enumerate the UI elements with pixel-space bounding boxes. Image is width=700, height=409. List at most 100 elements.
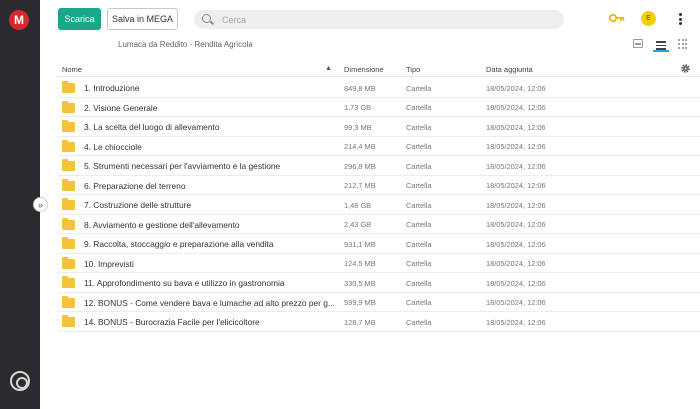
row-date: 18/05/2024, 12:06 <box>486 278 546 288</box>
row-date: 18/05/2024, 12:06 <box>486 317 546 327</box>
row-size: 214,4 MB <box>344 142 376 151</box>
table-row[interactable]: 1. Introduzione 849,8 MB Cartella 18/05/202… <box>58 78 700 98</box>
row-size: 849,8 MB <box>344 83 376 93</box>
column-header-date[interactable]: Data aggiunta <box>486 65 533 74</box>
folder-icon <box>62 217 75 230</box>
row-name: 6. Preparazione del terreno <box>84 180 186 191</box>
folder-icon <box>62 315 75 327</box>
folder-icon <box>62 295 75 308</box>
row-size: 212,7 MB <box>344 181 376 190</box>
row-type: Cartella <box>406 259 432 268</box>
table-row[interactable]: 10. Imprevisti 124,5 MB Cartella 18/05/2024… <box>58 254 700 273</box>
row-type: Cartella <box>406 142 432 151</box>
row-name: 8. Avviamento e gestione dell'allevament… <box>84 219 240 230</box>
download-button[interactable]: Scarica <box>58 8 101 30</box>
list-view-icon[interactable] <box>653 38 669 52</box>
row-size: 124,5 MB <box>344 259 376 268</box>
row-date: 18/05/2024, 12:06 <box>486 103 546 112</box>
row-name: 11. Approfondimento su bava e utilizzo i… <box>84 278 285 288</box>
folder-icon <box>62 256 75 269</box>
image-view-icon[interactable] <box>633 39 643 48</box>
row-date: 18/05/2024, 12:06 <box>486 200 546 210</box>
row-type: Cartella <box>406 200 432 210</box>
table-header: Nome ▲ Dimensione Tipo Data aggiunta <box>58 60 700 77</box>
folder-icon <box>62 120 75 132</box>
row-type: Cartella <box>406 278 432 288</box>
avatar[interactable]: E <box>641 11 656 26</box>
search-icon <box>202 14 211 23</box>
grid-view-icon[interactable] <box>678 39 688 49</box>
folder-icon <box>62 276 75 288</box>
row-size: 296,8 MB <box>344 161 376 171</box>
row-type: Cartella <box>406 161 432 171</box>
column-header-size[interactable]: Dimensione <box>344 65 384 74</box>
row-date: 18/05/2024, 12:06 <box>486 122 546 132</box>
row-date: 18/05/2024, 12:06 <box>486 161 546 171</box>
row-type: Cartella <box>406 317 432 327</box>
row-size: 128,7 MB <box>344 317 376 327</box>
row-name: 10. Imprevisti <box>84 258 134 269</box>
folder-icon <box>62 81 75 93</box>
row-name: 3. La scelta del luogo di allevamento <box>84 122 220 132</box>
folder-icon <box>62 139 75 152</box>
mega-logo-icon[interactable]: M <box>9 10 29 30</box>
row-type: Cartella <box>406 83 432 93</box>
gear-icon[interactable] <box>680 63 691 74</box>
folder-icon <box>62 237 75 249</box>
row-name: 9. Raccolta, stoccaggio e preparazione a… <box>84 239 274 249</box>
row-type: Cartella <box>406 298 432 307</box>
row-name: 2. Visione Generale <box>84 102 158 113</box>
table-row[interactable]: 11. Approfondimento su bava e utilizzo i… <box>58 273 700 293</box>
row-name: 1. Introduzione <box>84 83 140 93</box>
row-date: 18/05/2024, 12:06 <box>486 220 546 229</box>
row-size: 931,1 MB <box>344 239 376 249</box>
row-size: 1,73 GB <box>344 103 372 112</box>
row-name: 12. BONUS - Come vendere bava e lumache … <box>84 297 335 308</box>
chevron-up-icon[interactable]: ▲ <box>325 65 332 72</box>
folder-icon <box>62 198 75 210</box>
row-size: 2,43 GB <box>344 220 372 229</box>
table-row[interactable]: 12. BONUS - Come vendere bava e lumache … <box>58 293 700 312</box>
table-row[interactable]: 3. La scelta del luogo di allevamento 99,… <box>58 117 700 137</box>
search-input[interactable] <box>222 12 542 27</box>
row-name: 5. Strumenti necessari per l'avviamento … <box>84 161 281 171</box>
row-name: 4. Le chiocciole <box>84 141 142 152</box>
row-date: 18/05/2024, 12:06 <box>486 83 546 93</box>
row-date: 18/05/2024, 12:06 <box>486 181 546 190</box>
row-type: Cartella <box>406 122 432 132</box>
folder-icon <box>62 100 75 113</box>
row-date: 18/05/2024, 12:06 <box>486 298 546 307</box>
row-date: 18/05/2024, 12:06 <box>486 259 546 268</box>
save-to-mega-button[interactable]: Salva in MEGA <box>107 8 178 30</box>
row-size: 599,9 MB <box>344 298 376 307</box>
table-row[interactable]: 9. Raccolta, stoccaggio e preparazione a… <box>58 234 700 254</box>
row-type: Cartella <box>406 239 432 249</box>
table-row[interactable]: 6. Preparazione del terreno 212,7 MB Carte… <box>58 176 700 195</box>
row-type: Cartella <box>406 103 432 112</box>
key-icon[interactable] <box>609 13 625 23</box>
row-size: 99,3 MB <box>344 122 372 132</box>
row-name: 7. Costruzione delle strutture <box>84 200 192 210</box>
file-list: 1. Introduzione 849,8 MB Cartella 18/05/202… <box>58 78 700 332</box>
row-type: Cartella <box>406 220 432 229</box>
kebab-menu-icon[interactable] <box>677 12 683 26</box>
column-header-name[interactable]: Nome <box>62 65 82 74</box>
chevron-double-right-icon[interactable]: » <box>33 197 48 212</box>
row-size: 1,48 GB <box>344 200 372 210</box>
row-type: Cartella <box>406 181 432 190</box>
table-row[interactable]: 4. Le chiocciole 214,4 MB Cartella 18/05/20… <box>58 137 700 156</box>
folder-icon <box>62 178 75 191</box>
table-row[interactable]: 8. Avviamento e gestione dell'allevament… <box>58 215 700 234</box>
row-date: 18/05/2024, 12:06 <box>486 239 546 249</box>
account-circle-icon[interactable] <box>10 371 30 391</box>
column-header-type[interactable]: Tipo <box>406 65 420 74</box>
row-date: 18/05/2024, 12:06 <box>486 142 546 151</box>
table-row[interactable]: 5. Strumenti necessari per l'avviamento … <box>58 156 700 176</box>
table-row[interactable]: 2. Visione Generale 1,73 GB Cartella 18/05/… <box>58 98 700 117</box>
folder-icon <box>62 159 75 171</box>
table-row[interactable]: 7. Costruzione delle strutture 1,48 GB Car… <box>58 195 700 215</box>
breadcrumb: Lumaca da Reddito - Rendita Agricola <box>118 40 253 49</box>
search-bar[interactable] <box>194 10 564 29</box>
row-name: 14. BONUS - Burocrazia Facile per l'elic… <box>84 317 260 327</box>
table-row[interactable]: 14. BONUS - Burocrazia Facile per l'elic… <box>58 312 700 332</box>
